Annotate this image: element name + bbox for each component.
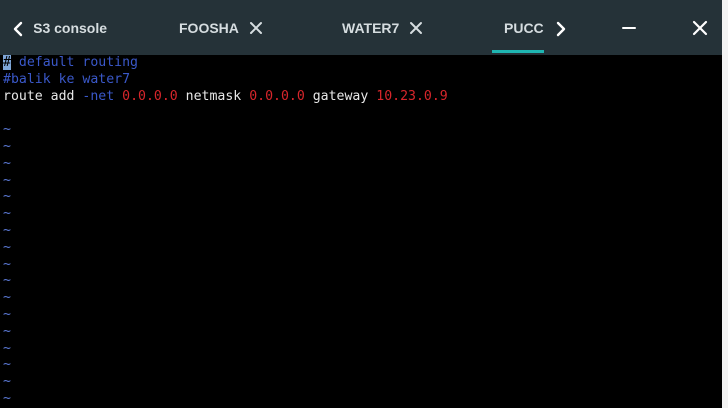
tab-strip: NS3 console FOOSHA WATER7 PU xyxy=(34,0,544,55)
empty-buffer-marker: ~ xyxy=(3,306,11,322)
tab-label: FOOSHA xyxy=(179,19,239,36)
tab-label: PUCCI xyxy=(504,19,544,36)
tab-water7[interactable]: WATER7 xyxy=(342,0,423,55)
keyword-gateway: gateway xyxy=(312,88,369,104)
chevron-right-icon xyxy=(556,21,566,37)
tab-pucci[interactable]: PUCCI xyxy=(492,0,544,55)
tab-close-button[interactable] xyxy=(409,21,423,35)
close-icon xyxy=(410,21,423,34)
empty-buffer-marker: ~ xyxy=(3,290,11,306)
comment-text: default routing xyxy=(10,55,138,70)
empty-buffer-marker: ~ xyxy=(3,323,11,339)
netmask-value: 0.0.0.0 xyxy=(249,88,305,104)
empty-buffer-marker: ~ xyxy=(3,222,11,238)
background-edge xyxy=(722,0,728,408)
keyword-netmask: netmask xyxy=(185,88,242,104)
empty-line xyxy=(3,105,722,122)
tab-scroll-left-button[interactable] xyxy=(6,16,30,42)
tab-scroll-right-button[interactable] xyxy=(549,16,573,42)
empty-buffer-marker: ~ xyxy=(3,374,11,390)
option-flag: -net xyxy=(82,88,115,104)
tab-close-button[interactable] xyxy=(249,21,263,35)
tab-label: WATER7 xyxy=(342,19,400,36)
text-cursor: # xyxy=(3,55,11,70)
empty-buffer-marker: ~ xyxy=(3,172,11,188)
close-icon xyxy=(692,20,708,36)
empty-buffer-marker: ~ xyxy=(3,239,11,255)
empty-buffer-marker: ~ xyxy=(3,390,11,406)
chevron-left-icon xyxy=(13,21,23,37)
empty-buffer-marker: ~ xyxy=(3,256,11,272)
empty-buffer-marker: ~ xyxy=(3,357,11,373)
close-window-button[interactable] xyxy=(686,14,714,42)
close-icon xyxy=(249,21,262,34)
empty-buffer-marker: ~ xyxy=(3,340,11,356)
tab-label: NS3 console xyxy=(34,19,108,36)
title-bar: NS3 console FOOSHA WATER7 PU xyxy=(0,0,722,55)
empty-buffer-marker: ~ xyxy=(3,273,11,289)
gateway-address: 10.23.0.9 xyxy=(376,88,448,104)
empty-buffer-marker: ~ xyxy=(3,122,11,138)
terminal-line: # default routing xyxy=(3,55,722,72)
empty-buffer-area: ~ ~ ~ ~ ~ ~ ~ ~ ~ ~ ~ ~ ~ ~ ~ ~ ~ xyxy=(3,122,722,408)
terminal-line: #balik ke water7 xyxy=(3,72,722,89)
terminal-window: NS3 console FOOSHA WATER7 PU xyxy=(0,0,722,408)
terminal-output[interactable]: # default routing #balik ke water7 route… xyxy=(0,55,722,408)
command-text: route add xyxy=(3,88,83,104)
minimize-button[interactable] xyxy=(615,14,643,42)
network-address: 0.0.0.0 xyxy=(122,88,178,104)
empty-buffer-marker: ~ xyxy=(3,206,11,222)
tab-ns3-console[interactable]: NS3 console xyxy=(34,0,107,55)
empty-buffer-marker: ~ xyxy=(3,155,11,171)
minimize-icon xyxy=(622,27,636,29)
terminal-line: route add -net 0.0.0.0 netmask 0.0.0.0 g… xyxy=(3,89,722,106)
comment-text: #balik ke water7 xyxy=(3,71,131,87)
empty-buffer-marker: ~ xyxy=(3,138,11,154)
tab-foosha[interactable]: FOOSHA xyxy=(179,0,263,55)
empty-buffer-marker: ~ xyxy=(3,189,11,205)
